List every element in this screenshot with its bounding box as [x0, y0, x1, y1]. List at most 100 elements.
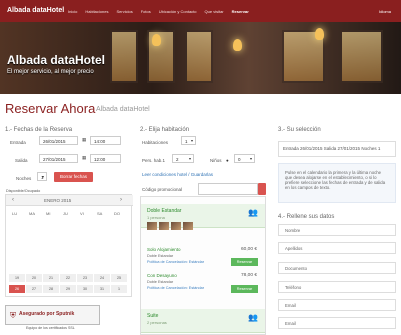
weekday-label: DO — [114, 211, 120, 216]
weekday-label: VI — [80, 211, 84, 216]
room-name[interactable]: Doble Estandar — [147, 208, 181, 214]
selection-instructions: Pulse en el calendario la primera y la ú… — [278, 163, 396, 203]
arrival-time-input[interactable]: 14:00 — [90, 136, 121, 145]
email-confirm-field[interactable]: Email — [278, 317, 396, 329]
departure-time-input[interactable]: 12:00 — [90, 154, 121, 163]
calendar-day[interactable]: 22 — [60, 274, 76, 282]
selection-summary: Entrada 26/01/2015 Salida 27/01/2015 Noc… — [278, 141, 396, 157]
selection-section-title: 3.- Su selección — [278, 127, 321, 133]
calendar-day[interactable]: 31 — [94, 285, 110, 293]
email-confirm-label: Email — [285, 321, 296, 326]
calendar-day[interactable]: 24 — [94, 274, 110, 282]
last-name-field[interactable]: Apellidos — [278, 242, 396, 254]
nights-select[interactable]: 1 — [37, 172, 47, 181]
offer-policy[interactable]: Política de Cancelación: Estándar — [147, 286, 204, 290]
departure-date-input[interactable]: 27/01/2015 — [39, 154, 78, 163]
calendar-header: ‹ ENERO 2015 › — [6, 195, 133, 206]
children-select[interactable]: 0 — [234, 154, 255, 163]
nav-item-fotos[interactable]: Fotos — [141, 9, 151, 14]
calendar-day[interactable]: 23 — [77, 274, 93, 282]
calendar-day-selected[interactable]: 26 — [9, 285, 25, 293]
phone-label: Teléfono — [285, 285, 302, 290]
room-name[interactable]: Suite — [147, 313, 158, 319]
hero-window-image — [110, 30, 138, 83]
nav-item-que-visitar[interactable]: Que visitar — [205, 9, 224, 14]
guest-section-title: 4.- Rellene sus datos — [278, 214, 335, 220]
nav-item-reservar[interactable]: Reservar — [232, 9, 249, 14]
hotel-brand[interactable]: Albada dataHotel — [7, 7, 64, 14]
room-capacity: 1 persona — [147, 215, 165, 220]
clock-icon: ▦ — [82, 155, 87, 160]
nav-item-ubicacion[interactable]: Ubicación y Contacto — [159, 9, 197, 14]
calendar-week-row: 19 20 21 22 23 24 25 — [9, 274, 127, 282]
first-name-label: Nombre — [285, 228, 301, 233]
room-thumbnail[interactable] — [171, 222, 181, 230]
hero-window-image — [185, 30, 213, 83]
calendar-day[interactable]: 28 — [43, 285, 59, 293]
reserve-button[interactable]: Reservar — [231, 285, 258, 293]
offer-title[interactable]: Con Desayuno — [147, 273, 177, 278]
weekday-label: MI — [46, 211, 51, 216]
calendar-day[interactable]: 20 — [26, 274, 42, 282]
room-card-header: Doble Estandar 1 persona 👥 — [141, 204, 265, 230]
hotel-policy-link[interactable]: Leer condiciones hotel / Guardarlas — [142, 172, 213, 177]
rooms-label: Habitaciones — [142, 140, 169, 145]
clear-dates-button[interactable]: Borrar fechas — [54, 172, 93, 182]
calendar-day[interactable]: 29 — [60, 285, 76, 293]
nav-item-servicios[interactable]: Servicios — [116, 9, 132, 14]
shield-icon: ⛨ — [10, 311, 16, 320]
reserve-button[interactable]: Reservar — [231, 258, 258, 266]
weekday-label: SA — [97, 211, 103, 216]
hero-banner: Albada dataHotel El mejor servicio, al m… — [0, 22, 401, 94]
departure-label: Salida — [15, 158, 28, 163]
page-subtitle: Albada dataHotel — [96, 106, 150, 113]
lamp-icon — [233, 39, 242, 51]
ssl-badge-title: Asegurado por Sputnik — [19, 311, 75, 317]
nav-item-inicio[interactable]: Inicio — [68, 9, 77, 14]
promo-apply-button[interactable] — [258, 183, 266, 195]
offer-room: Doble Estandar — [147, 280, 174, 284]
weekday-label: LU — [12, 211, 18, 216]
room-thumbnail[interactable] — [183, 222, 193, 230]
offer-room: Doble Estandar — [147, 254, 174, 258]
offer-price: 78,00 € — [240, 273, 257, 278]
phone-field[interactable]: Teléfono — [278, 281, 396, 293]
promo-code-label: Código promocional — [142, 187, 183, 192]
weekday-label: MA — [29, 211, 35, 216]
offer-title[interactable]: Solo Alojamiento — [147, 247, 181, 252]
arrival-label: Entrada — [10, 140, 26, 145]
availability-calendar: ‹ ENERO 2015 › LU MA MI JU VI SA DO 19 2… — [5, 194, 133, 297]
calendar-month: ENERO 2015 — [44, 198, 72, 203]
promo-code-input[interactable] — [198, 183, 258, 195]
person-icon: 👥 — [248, 313, 258, 322]
lamp-icon — [152, 34, 161, 46]
room-thumbnail[interactable] — [147, 222, 157, 230]
calendar-day[interactable]: 19 — [9, 274, 25, 282]
calendar-day[interactable]: 27 — [26, 285, 42, 293]
email-field[interactable]: Email — [278, 299, 396, 311]
previous-month-icon[interactable]: ‹ — [12, 197, 14, 203]
last-name-label: Apellidos — [285, 246, 303, 251]
clock-icon: ▦ — [82, 137, 87, 142]
info-icon: ● — [226, 158, 229, 163]
room-thumbnail[interactable] — [159, 222, 169, 230]
language-selector[interactable]: Idioma — [379, 9, 391, 14]
calendar-legend: Disponible/Ocupado — [6, 189, 41, 193]
calendar-day[interactable]: 30 — [77, 285, 93, 293]
arrival-date-input[interactable]: 26/01/2015 — [39, 136, 78, 145]
calendar-day[interactable]: 25 — [111, 274, 127, 282]
calendar-day[interactable]: 1 — [111, 285, 127, 293]
first-name-field[interactable]: Nombre — [278, 224, 396, 236]
weekday-label: JU — [63, 211, 68, 216]
offer-policy[interactable]: Política de Cancelación: Estándar — [147, 260, 204, 264]
nav-menu: Inicio Habitaciones Servicios Fotos Ubic… — [68, 9, 249, 14]
adults-select[interactable]: 2 — [172, 154, 194, 163]
document-field[interactable]: Documento — [278, 262, 396, 274]
calendar-day[interactable]: 21 — [43, 274, 59, 282]
nav-item-habitaciones[interactable]: Habitaciones — [85, 9, 108, 14]
offer-price: 60,00 € — [240, 247, 257, 252]
room-list: Doble Estandar 1 persona 👥 Solo Alojamie… — [140, 196, 266, 335]
ssl-badge-subtitle: Equipo de los certificados SSL — [26, 326, 75, 330]
rooms-select[interactable]: 1 — [181, 136, 196, 145]
next-month-icon[interactable]: › — [120, 197, 122, 203]
